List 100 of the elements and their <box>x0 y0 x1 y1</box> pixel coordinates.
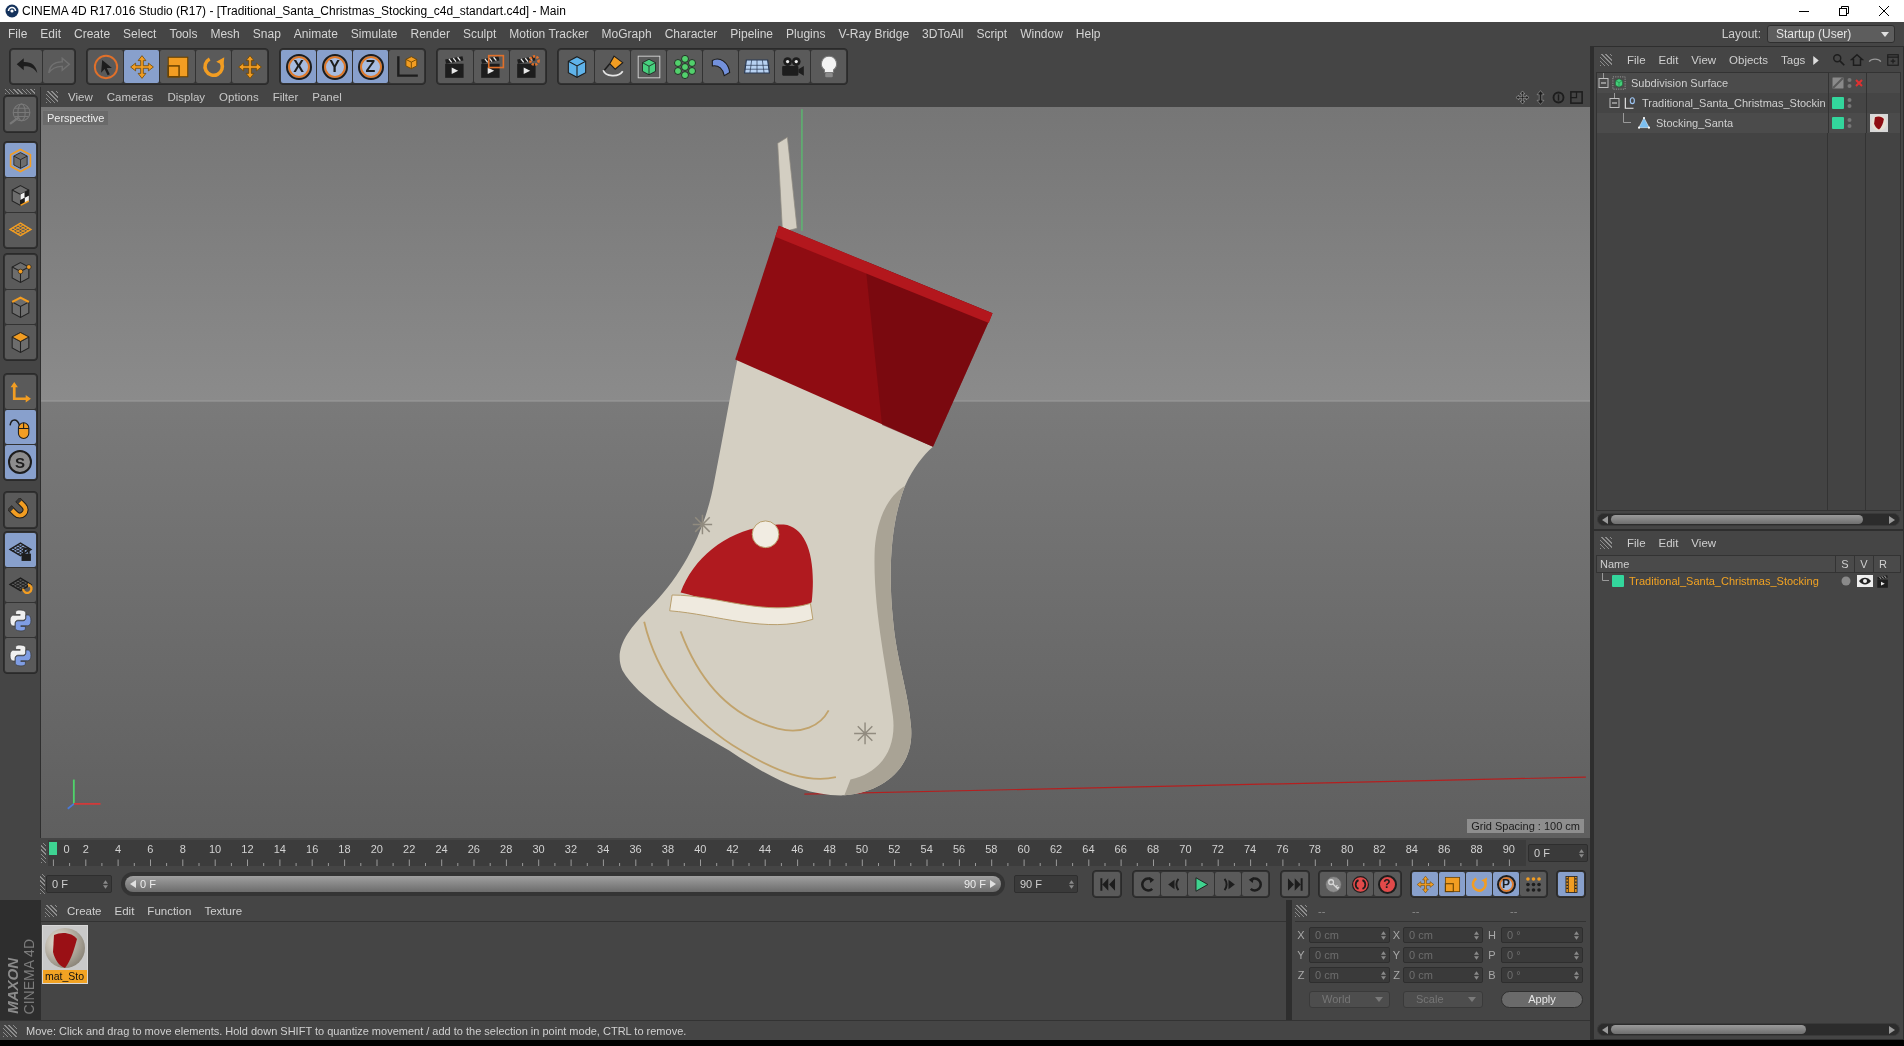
menu-item[interactable]: File <box>1627 537 1646 549</box>
edges-button[interactable] <box>4 290 36 324</box>
texture-button[interactable] <box>4 178 36 212</box>
y-axis-button[interactable]: Y <box>317 50 352 83</box>
scale-button[interactable] <box>1439 872 1465 896</box>
current-frame-field[interactable]: 0 F <box>1528 844 1588 862</box>
workplane-button[interactable] <box>4 213 36 247</box>
light-button[interactable] <box>811 50 846 83</box>
parameter-button[interactable]: P <box>1493 872 1519 896</box>
playhead-marker[interactable] <box>49 842 58 855</box>
grip-icon[interactable] <box>45 904 57 917</box>
solo-button[interactable]: S <box>4 445 36 479</box>
axis-button[interactable] <box>4 375 36 409</box>
x-axis-button[interactable]: X <box>281 50 316 83</box>
deformer-button[interactable] <box>703 50 738 83</box>
grip-icon[interactable] <box>1295 904 1307 917</box>
horizontal-scrollbar[interactable] <box>1597 513 1900 526</box>
solo-dot-icon[interactable] <box>1840 576 1851 586</box>
menu-item[interactable]: Animate <box>293 27 338 41</box>
grip-icon[interactable] <box>46 91 58 103</box>
more-arrow-icon[interactable] <box>1812 54 1820 66</box>
python-button[interactable] <box>4 603 36 637</box>
clapperboard-icon[interactable] <box>1876 573 1891 589</box>
menu-item[interactable]: Plugins <box>786 27 826 41</box>
menu-item[interactable]: Edit <box>114 904 135 917</box>
render-view-button[interactable] <box>438 50 473 83</box>
menu-item[interactable]: Snap <box>252 27 281 41</box>
camera-button[interactable] <box>775 50 810 83</box>
two-dots-icon[interactable] <box>1847 77 1852 89</box>
grip-icon[interactable] <box>41 843 46 863</box>
keyframe-selection-button[interactable]: ? <box>1374 872 1400 896</box>
menu-item[interactable]: Pipeline <box>730 27 774 41</box>
undo-button[interactable] <box>11 50 42 83</box>
arc-icon[interactable] <box>1868 57 1882 63</box>
two-dots-icon[interactable] <box>1847 117 1852 129</box>
menu-item[interactable]: Window <box>1020 27 1063 41</box>
scrollbar-thumb[interactable] <box>1611 515 1863 524</box>
z-axis-button[interactable]: Z <box>353 50 388 83</box>
planar-workplane-button[interactable] <box>4 568 36 602</box>
menu-item[interactable]: Create <box>67 904 102 917</box>
pen-button[interactable] <box>595 50 630 83</box>
menu-item[interactable]: Texture <box>204 904 243 917</box>
play-button[interactable] <box>1188 872 1214 896</box>
python-button[interactable] <box>4 638 36 672</box>
menu-item[interactable]: File <box>8 27 28 41</box>
polygons-button[interactable] <box>4 325 36 359</box>
previous-frame-button[interactable] <box>1161 872 1187 896</box>
eye-icon[interactable] <box>1856 575 1873 587</box>
menu-item[interactable]: Options <box>219 91 259 103</box>
material-ball-icon[interactable] <box>1870 114 1888 132</box>
menu-item[interactable]: Character <box>664 27 718 41</box>
menu-item[interactable]: Edit <box>40 27 62 41</box>
floor-button[interactable] <box>739 50 774 83</box>
last-tool-button[interactable] <box>232 50 267 83</box>
object-row[interactable]: Stocking_Santa <box>1597 113 1900 133</box>
menu-item[interactable]: MoGraph <box>601 27 652 41</box>
menu-item[interactable]: Motion Tracker <box>509 27 589 41</box>
grip-icon[interactable] <box>5 89 35 94</box>
up-down-arrow-icon[interactable] <box>1533 89 1548 105</box>
menu-item[interactable]: Help <box>1075 27 1101 41</box>
menu-item[interactable]: Mesh <box>210 27 240 41</box>
menu-item[interactable]: Edit <box>1658 537 1679 549</box>
menu-item[interactable]: Script <box>976 27 1008 41</box>
points-button[interactable] <box>4 255 36 289</box>
world-button[interactable] <box>389 50 424 83</box>
menu-item[interactable]: Display <box>167 91 206 103</box>
grip-icon[interactable] <box>1600 54 1612 66</box>
grip-icon[interactable] <box>40 874 45 894</box>
menu-item[interactable]: View <box>68 91 93 103</box>
render-settings-button[interactable] <box>510 50 545 83</box>
material-item[interactable]: mat_Sto <box>42 925 88 984</box>
end-frame-field[interactable]: 90 F <box>1014 875 1078 893</box>
menu-item[interactable]: Cameras <box>106 91 154 103</box>
layer-row[interactable]: Traditional_Santa_Christmas_Stocking <box>1596 573 1901 589</box>
menu-item[interactable]: Render <box>410 27 450 41</box>
menu-item[interactable]: Create <box>74 27 111 41</box>
autokey-button[interactable] <box>1347 872 1373 896</box>
next-frame-button[interactable] <box>1215 872 1241 896</box>
menu-item[interactable]: Panel <box>312 91 342 103</box>
menu-item[interactable]: File <box>1627 54 1646 66</box>
pan-icon[interactable] <box>1515 89 1530 105</box>
menu-item[interactable]: Tools <box>169 27 198 41</box>
layer-name[interactable]: Traditional_Santa_Christmas_Stocking <box>1629 575 1819 587</box>
record-active-button[interactable] <box>1320 872 1346 896</box>
menu-item[interactable]: V-Ray Bridge <box>838 27 910 41</box>
menu-item[interactable]: Edit <box>1658 54 1679 66</box>
point-level-button[interactable] <box>1520 872 1546 896</box>
menu-item[interactable]: Select <box>123 27 157 41</box>
menu-item[interactable]: 3DToAll <box>922 27 964 41</box>
timeline-ruler[interactable]: 0 2 4 6 8 10 12 14 16 18 20 22 24 26 28 30 32 34 36 38 40 42 44 46 48 50 52 54 56 58 60 62 64 66 68 70 72 74 76 78 80 82 84 86 88 90 <box>48 840 1526 866</box>
cube-button[interactable] <box>559 50 594 83</box>
next-key-button[interactable] <box>1242 872 1268 896</box>
scale-button[interactable] <box>160 50 195 83</box>
menu-item[interactable]: Simulate <box>350 27 398 41</box>
menu-item[interactable]: View <box>1691 537 1717 549</box>
grip-icon[interactable] <box>3 1024 17 1037</box>
move-button[interactable] <box>124 50 159 83</box>
menu-item[interactable]: Objects <box>1729 54 1769 66</box>
scrollbar-thumb[interactable] <box>1611 1025 1806 1034</box>
two-dots-icon[interactable] <box>1847 97 1852 109</box>
